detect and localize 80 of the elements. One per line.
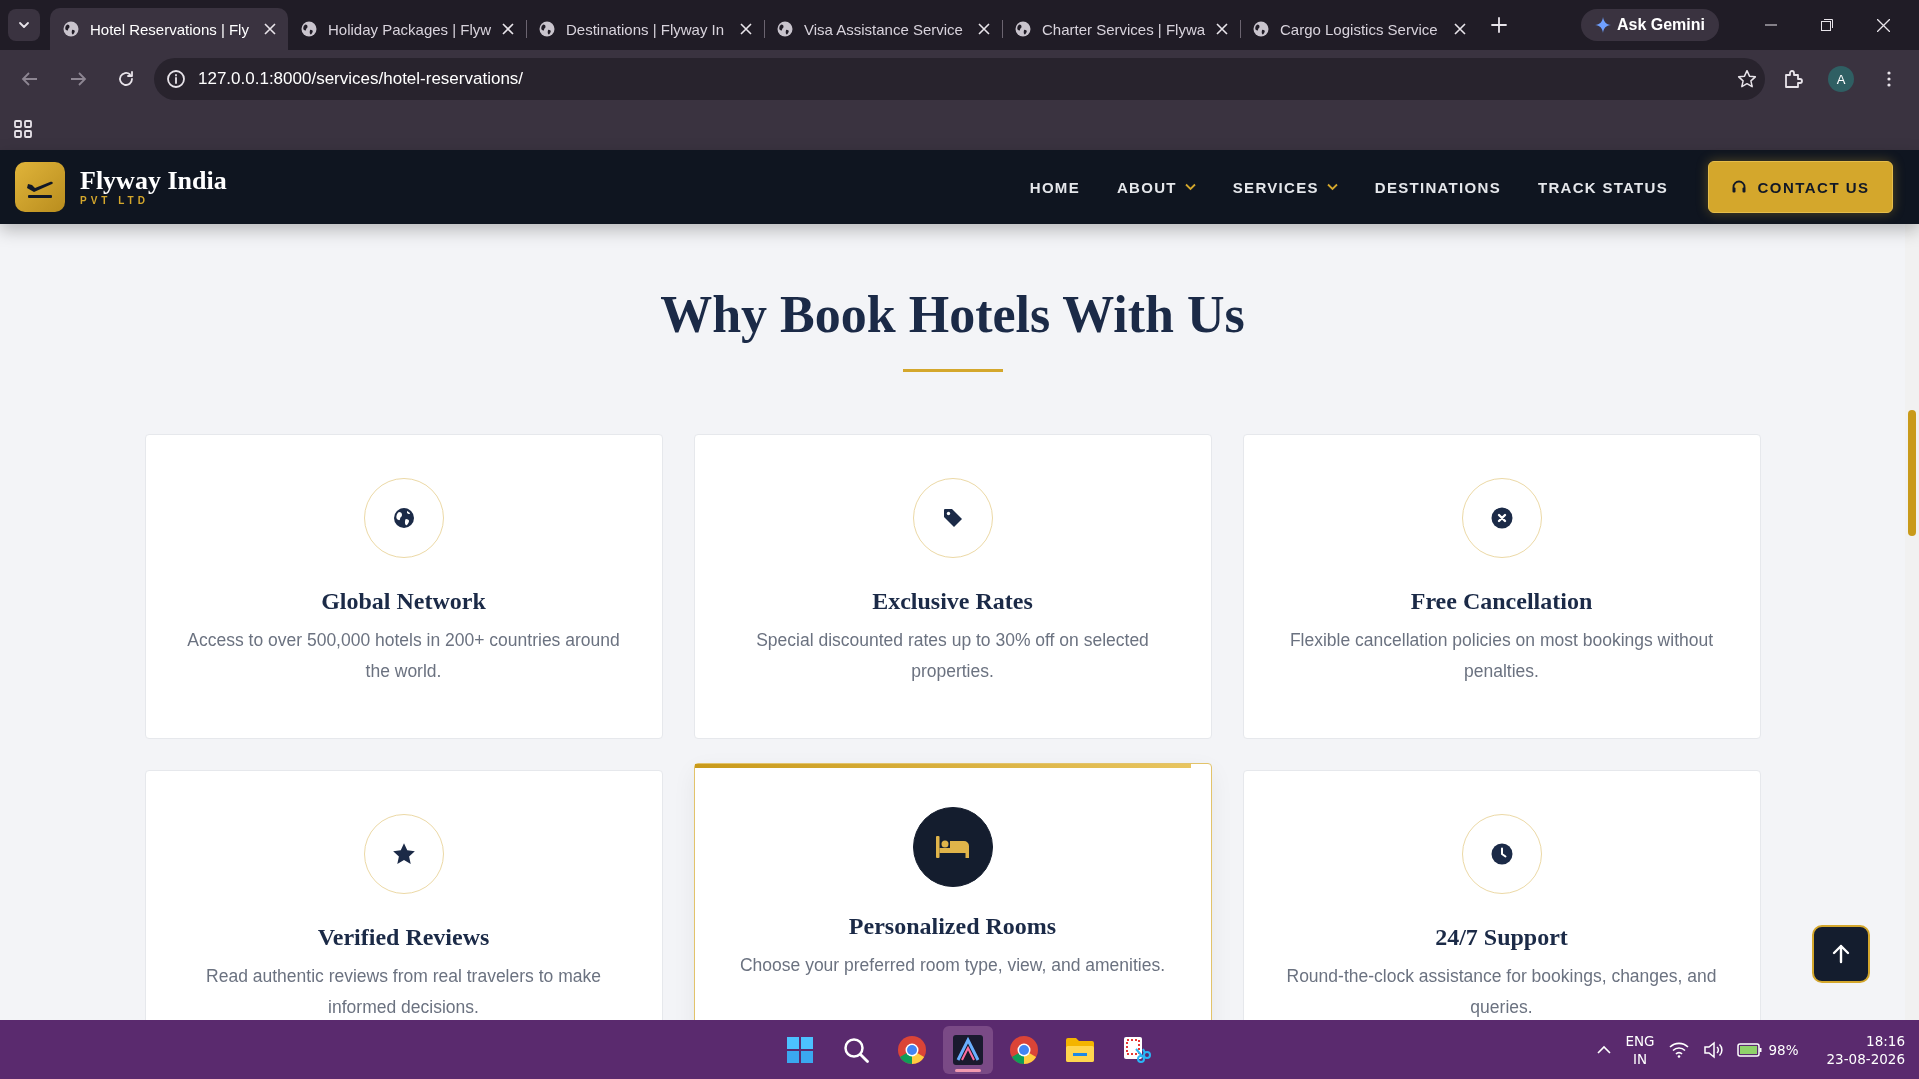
chevron-up-icon[interactable] — [1597, 1045, 1612, 1054]
browser-tab[interactable]: Holiday Packages | Flyw — [288, 8, 526, 50]
globe-icon — [776, 20, 794, 38]
wifi-icon[interactable] — [1668, 1041, 1689, 1058]
nav-link[interactable]: DESTINATIONS — [1374, 178, 1501, 196]
browser-tab[interactable]: Hotel Reservations | Fly — [50, 8, 288, 50]
taskbar-app[interactable] — [943, 1025, 993, 1074]
battery-percentage[interactable]: 98% — [1768, 1041, 1799, 1058]
brand-tagline: PVT LTD — [80, 196, 149, 206]
bed-icon — [934, 834, 971, 861]
search-icon — [842, 1035, 870, 1064]
chevron-down-icon — [1326, 183, 1338, 191]
browser-tab[interactable]: Visa Assistance Service — [764, 8, 1002, 50]
close-icon[interactable] — [740, 23, 752, 35]
puzzle-icon[interactable] — [1783, 69, 1803, 89]
tab-list-button[interactable] — [8, 9, 40, 41]
editor-icon — [953, 1034, 983, 1065]
close-icon[interactable] — [502, 23, 514, 35]
section-title: Why Book Hotels With Us — [660, 286, 1245, 344]
close-icon[interactable] — [1454, 23, 1466, 35]
folder-icon — [1065, 1036, 1095, 1063]
arrow-up-icon — [1830, 943, 1852, 965]
clock-icon — [1489, 842, 1514, 867]
headset-icon — [1731, 179, 1748, 195]
contact-button[interactable]: CONTACT US — [1708, 161, 1893, 213]
scissors-icon — [1121, 1034, 1151, 1065]
ask-button[interactable]: Ask Gemini — [1580, 9, 1719, 41]
card-title: Free Cancellation — [1410, 588, 1593, 616]
card-description: Access to over 500,000 hotels in 200+ countries around the world. — [186, 629, 621, 684]
card-description: Round-the-clock assistance for bookings, changes, and queries. — [1285, 965, 1718, 1020]
volume-icon[interactable] — [1702, 1040, 1723, 1059]
card-title: Personalized Rooms — [848, 913, 1057, 941]
logo[interactable] — [15, 162, 65, 212]
region-indicator[interactable]: IN — [1632, 1049, 1647, 1068]
plus-icon — [1491, 17, 1507, 33]
card-description: Choose your preferred room type, view, and amenities. — [739, 954, 1166, 978]
scrollbar[interactable] — [1905, 224, 1919, 1020]
back-to-top-button[interactable] — [1812, 925, 1870, 983]
globe-icon — [1014, 20, 1032, 38]
clock-date[interactable]: 23-08-2026 — [1826, 1049, 1905, 1068]
bookmark-star-icon[interactable] — [1737, 69, 1757, 89]
card-description: Read authentic reviews from real travelers to make informed decisions. — [205, 965, 602, 1020]
nav-link[interactable]: ABOUT — [1116, 178, 1196, 196]
sparkle-icon — [1594, 17, 1611, 33]
globe-icon — [1252, 20, 1270, 38]
start-icon — [786, 1035, 814, 1064]
close-icon[interactable] — [1216, 23, 1228, 35]
close-icon[interactable] — [264, 23, 276, 35]
nav-link[interactable]: SERVICES — [1232, 178, 1338, 196]
browser-tab[interactable]: Charter Services | Flywa — [1002, 8, 1240, 50]
battery-icon[interactable] — [1736, 1041, 1763, 1058]
profile-avatar[interactable]: A — [1828, 66, 1854, 92]
reload-icon — [116, 69, 136, 89]
card-title: Global Network — [321, 588, 486, 616]
card-description: Special discounted rates up to 30% off on selected properties. — [755, 629, 1150, 684]
browser-icon — [1009, 1034, 1039, 1065]
globe-icon — [62, 20, 80, 38]
apps-grid-icon[interactable] — [14, 120, 32, 138]
chevron-down-icon — [1184, 183, 1196, 191]
address-bar[interactable]: 127.0.0.1:8000/services/hotel-reservations/ — [154, 58, 1765, 100]
nav-link[interactable]: HOME — [1029, 178, 1080, 196]
globe-icon — [300, 20, 318, 38]
restore-icon — [1821, 19, 1833, 31]
browser-tab[interactable]: Destinations | Flyway In — [526, 8, 764, 50]
card-title: 24/7 Support — [1435, 924, 1568, 952]
language-indicator[interactable]: ENG — [1625, 1031, 1655, 1050]
nav-link[interactable]: TRACK STATUS — [1537, 178, 1668, 196]
card-description: Flexible cancellation policies on most bookings without penalties. — [1288, 629, 1715, 684]
browser-tab[interactable]: Cargo Logistics Service — [1240, 8, 1478, 50]
globe-icon — [538, 20, 556, 38]
browser-icon — [897, 1034, 927, 1065]
menu-icon[interactable] — [1887, 71, 1891, 87]
info-icon[interactable] — [166, 69, 186, 89]
close-icon — [1876, 18, 1890, 32]
card-title: Verified Reviews — [317, 924, 490, 952]
card-title: Exclusive Rates — [872, 588, 1033, 616]
clock-time[interactable]: 18:16 — [1866, 1031, 1905, 1050]
cancel-icon — [1489, 506, 1514, 531]
globe-icon — [391, 506, 416, 531]
close-icon[interactable] — [978, 23, 990, 35]
